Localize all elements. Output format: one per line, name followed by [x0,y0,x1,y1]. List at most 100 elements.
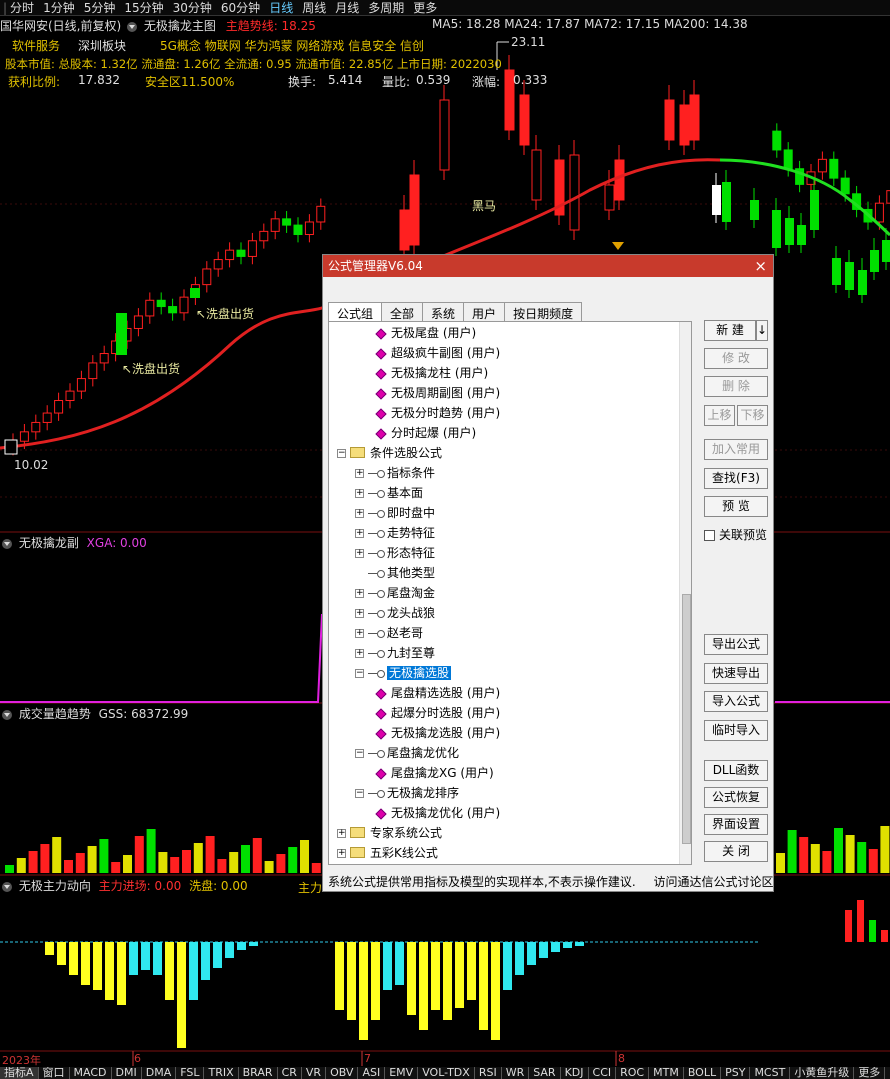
dialog-tab-2[interactable]: 系统 [422,302,465,322]
indicator-tab-22[interactable]: PSY [721,1067,751,1079]
indicator-tab-21[interactable]: BOLL [684,1067,722,1079]
close-icon[interactable]: × [754,255,767,277]
tree-formula[interactable]: 无极尾盘 (用户) [375,323,476,343]
expand-toggle-icon[interactable]: − [355,669,364,678]
tree-folder[interactable]: + 五彩K线公式 [337,843,438,863]
expand-toggle-icon[interactable]: + [355,509,364,518]
indicator-tab-19[interactable]: ROC [616,1067,650,1079]
expand-toggle-icon[interactable]: + [337,849,346,858]
quick-export-button[interactable]: 快速导出 [704,663,768,684]
tree-formula[interactable]: 起爆分时选股 (用户) [375,703,500,723]
sub1-name[interactable]: 无极擒龙副 [19,536,79,550]
sub2-name[interactable]: 成交量趋趋势 [19,707,91,721]
expand-toggle-icon[interactable]: − [355,749,364,758]
expand-toggle-icon[interactable]: + [355,589,364,598]
dropdown-icon[interactable] [127,21,138,32]
preview-button[interactable]: 预 览 [704,496,768,517]
delete-button[interactable]: 删 除 [704,376,768,397]
ui-settings-button[interactable]: 界面设置 [704,814,768,835]
indicator-name[interactable]: 无极擒龙主图 [144,19,216,33]
expand-toggle-icon[interactable]: + [355,609,364,618]
find-button[interactable]: 查找(F3) [704,468,768,489]
indicator-tab-24[interactable]: 小黄鱼升级 [790,1067,855,1079]
indicator-tab-1[interactable]: 窗口 [39,1067,70,1079]
tree-formula[interactable]: 无极擒龙选股 (用户) [375,723,500,743]
tree-formula[interactable]: 超级疯牛副图 (用户) [375,343,500,363]
tree-formula[interactable]: 无极擒龙优化 (用户) [375,803,500,823]
tree-folder[interactable]: + 专家系统公式 [337,823,442,843]
sub3-name[interactable]: 无极主力动向 [19,879,91,893]
indicator-tab-14[interactable]: RSI [475,1067,502,1079]
indicator-tab-20[interactable]: MTM [649,1067,684,1079]
indicator-tab-16[interactable]: SAR [529,1067,561,1079]
dropdown-icon[interactable] [2,881,12,892]
temp-import-button[interactable]: 临时导入 [704,720,768,741]
tree-formula[interactable]: 分时起爆 (用户) [375,423,476,443]
indicator-tab-15[interactable]: WR [502,1067,530,1079]
tree-formula[interactable]: 无极擒龙柱 (用户) [375,363,488,383]
dialog-titlebar[interactable]: 公式管理器V6.04 × [323,255,773,277]
indicator-tab-3[interactable]: DMI [112,1067,142,1079]
tree-formula[interactable]: 无极周期副图 (用户) [375,383,500,403]
expand-toggle-icon[interactable]: + [355,529,364,538]
import-formula-button[interactable]: 导入公式 [704,691,768,712]
dialog-tab-0[interactable]: 公式组 [328,302,383,323]
tree-group[interactable]: − 无极擒龙排序 [355,783,459,803]
expand-toggle-icon[interactable]: + [355,549,364,558]
indicator-tab-11[interactable]: ASI [358,1067,386,1079]
tree-group[interactable]: − 尾盘擒龙优化 [355,743,459,763]
indicator-tab-7[interactable]: BRAR [239,1067,278,1079]
dialog-tab-3[interactable]: 用户 [463,302,506,322]
expand-toggle-icon[interactable]: + [355,489,364,498]
modify-button[interactable]: 修 改 [704,348,768,369]
dll-function-button[interactable]: DLL函数 [704,760,768,781]
indicator-tab-5[interactable]: FSL [176,1067,205,1079]
export-formula-button[interactable]: 导出公式 [704,634,768,655]
tree-group[interactable]: + 龙头战狼 [355,603,435,623]
tree-group[interactable]: 其他类型 [355,563,435,583]
expand-toggle-icon[interactable]: + [355,629,364,638]
indicator-tab-0[interactable]: 指标A [0,1067,39,1079]
dropdown-icon[interactable] [2,709,12,720]
tree-formula[interactable]: 尾盘擒龙XG (用户) [375,763,494,783]
tree-scrollbar[interactable] [679,322,691,864]
expand-toggle-icon[interactable]: − [355,789,364,798]
indicator-tab-13[interactable]: VOL-TDX [418,1067,475,1079]
indicator-tab-2[interactable]: MACD [70,1067,112,1079]
scrollbar-thumb[interactable] [682,594,691,844]
indicator-tab-6[interactable]: TRIX [204,1067,239,1079]
tree-group[interactable]: + 即时盘中 [355,503,435,523]
tree-folder[interactable]: − 条件选股公式 [337,443,442,463]
restore-formula-button[interactable]: 公式恢复 [704,787,768,808]
indicator-tab-18[interactable]: CCI [589,1067,617,1079]
move-up-button[interactable]: 上移 [704,405,735,426]
add-common-button[interactable]: 加入常用 [704,439,768,460]
close-button[interactable]: 关 闭 [704,841,768,862]
expand-toggle-icon[interactable]: − [337,449,346,458]
dropdown-icon[interactable] [2,538,12,549]
tree-group[interactable]: − 无极擒选股 [355,663,452,683]
tree-group[interactable]: + 基本面 [355,483,423,503]
tree-group[interactable]: + 尾盘淘金 [355,583,435,603]
tree-group[interactable]: + 指标条件 [355,463,435,483]
dialog-tab-4[interactable]: 按日期频度 [504,302,583,322]
tree-group[interactable]: + 走势特征 [355,523,435,543]
forum-link[interactable]: 访问通达信公式讨论区 [653,875,773,889]
indicator-tab-4[interactable]: DMA [142,1067,177,1079]
dialog-tab-1[interactable]: 全部 [381,302,424,322]
indicator-tab-17[interactable]: KDJ [561,1067,589,1079]
new-button[interactable]: 新 建 [704,320,756,341]
tree-group[interactable]: + 赵老哥 [355,623,423,643]
formula-tree[interactable]: 无极尾盘 (用户) 超级疯牛副图 (用户) 无极擒龙柱 (用户) 无极周期副图 (用户… [328,321,692,865]
tree-formula[interactable]: 无极分时趋势 (用户) [375,403,500,423]
indicator-tab-10[interactable]: OBV [326,1067,359,1079]
tree-group[interactable]: + 形态特征 [355,543,435,563]
expand-toggle-icon[interactable]: + [337,829,346,838]
indicator-tab-12[interactable]: EMV [385,1067,419,1079]
link-preview-checkbox[interactable]: 关联预览 [704,526,767,543]
expand-toggle-icon[interactable]: + [355,649,364,658]
tree-formula[interactable]: 尾盘精选选股 (用户) [375,683,500,703]
expand-toggle-icon[interactable]: + [355,469,364,478]
indicator-tab-23[interactable]: MCST [750,1067,791,1079]
indicator-tab-9[interactable]: VR [302,1067,327,1079]
